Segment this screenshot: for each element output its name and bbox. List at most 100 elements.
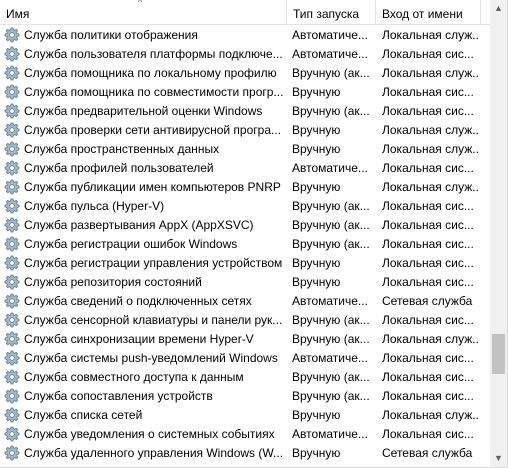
service-row[interactable]: Служба регистрации управления устройство… [0,254,490,273]
gear-icon [4,160,20,176]
gear-icon [4,46,20,62]
service-row[interactable]: Служба системы push-уведомлений Windows А… [0,349,490,368]
gear-icon [4,407,20,423]
vertical-scrollbar[interactable]: ▲ ▼ [490,0,507,467]
startup-type: Вручную [292,123,341,137]
service-row[interactable]: Служба сопоставления устройств Вручную (а… [0,387,490,406]
service-name: Служба уведомления о системных событиях [24,427,275,441]
log-on-as: Локальная сис... [382,275,474,289]
service-name: Служба пространственных данных [24,142,220,156]
gear-icon [4,179,20,195]
startup-type: Вручную (ак... [292,237,370,251]
log-on-as: Локальная служ... [382,28,478,42]
scrollbar-thumb[interactable] [492,334,505,374]
service-name: Служба пользователя платформы подключе..… [24,47,283,61]
log-on-as: Локальная сис... [382,104,474,118]
column-resize-handle[interactable] [480,0,481,24]
service-row[interactable]: Служба совместного доступа к данным Вручн… [0,368,490,387]
column-header-name[interactable]: Имя [0,0,286,24]
log-on-as: Локальная сис... [382,256,474,270]
service-row[interactable]: Служба проверки сети антивирусной програ… [0,121,490,140]
log-on-as: Локальная сис... [382,85,474,99]
startup-type: Вручную (ак... [292,389,370,403]
service-row[interactable]: Служба помощника по локальному профилю Вр… [0,64,490,83]
service-row[interactable]: Служба синхронизации времени Hyper-V Вруч… [0,330,490,349]
startup-type: Автоматиче... [292,427,368,441]
service-row[interactable]: Служба предварительной оценки Windows Вру… [0,102,490,121]
service-name: Служба сенсорной клавиатуры и панели рук… [24,313,283,327]
gear-icon [4,369,20,385]
gear-icon [4,350,20,366]
gear-icon [4,445,20,461]
service-name: Служба развертывания AppX (AppXSVC) [24,218,254,232]
gear-icon [4,141,20,157]
service-row[interactable]: Служба пользователя платформы подключе..… [0,45,490,64]
service-row[interactable]: Служба профилей пользователей Автоматиче.… [0,159,490,178]
log-on-as: Локальная сис... [382,389,474,403]
startup-type: Автоматиче... [292,161,368,175]
column-header-startup-type[interactable]: Тип запуска [287,0,375,24]
service-row[interactable]: Служба списка сетей Вручную Локальная служ… [0,406,490,425]
scroll-up-button[interactable]: ▲ [490,0,507,17]
startup-type: Вручную (ак... [292,199,370,213]
log-on-as: Локальная сис... [382,47,474,61]
service-name: Служба удаленного управления Windows (W.… [24,446,284,460]
gear-icon [4,122,20,138]
service-row[interactable]: Служба удаленного управления Windows (W.… [0,444,490,463]
log-on-as: Локальная служ... [382,123,478,137]
service-row[interactable]: Служба развертывания AppX (AppXSVC) Вручн… [0,216,490,235]
service-row[interactable]: Служба пространственных данных Вручную Лок… [0,140,490,159]
log-on-as: Локальная служ... [382,408,478,422]
gear-icon [4,331,20,347]
service-row[interactable]: Служба сведений о подключенных сетях Авто… [0,292,490,311]
startup-type: Вручную [292,446,341,460]
startup-type: Вручную [292,142,341,156]
column-header-log-on-as[interactable]: Вход от имени [376,0,480,24]
gear-icon [4,27,20,43]
startup-type: Вручную (ак... [292,313,370,327]
gear-icon [4,103,20,119]
log-on-as: Локальная служ... [382,332,478,346]
service-name: Служба помощника по локальному профилю [24,66,277,80]
log-on-as: Локальная сис... [382,427,474,441]
log-on-as: Сетевая служба [382,294,473,308]
service-name: Служба политики отображения [24,28,198,42]
scroll-down-button[interactable]: ▼ [490,450,507,467]
log-on-as: Локальная служ... [382,66,478,80]
service-row[interactable]: Служба пульса (Hyper-V) Вручную (ак... Лок… [0,197,490,216]
service-row[interactable]: Служба политики отображения Автоматиче...… [0,26,490,45]
service-name: Служба пульса (Hyper-V) [24,199,165,213]
startup-type: Автоматиче... [292,351,368,365]
service-row[interactable]: Служба уведомления о системных событиях А… [0,425,490,444]
log-on-as: Локальная сис... [382,237,474,251]
startup-type: Вручную [292,275,341,289]
service-row[interactable]: Служба сенсорной клавиатуры и панели рук… [0,311,490,330]
log-on-as: Локальная сис... [382,161,474,175]
gear-icon [4,426,20,442]
service-name: Служба профилей пользователей [24,161,214,175]
gear-icon [4,312,20,328]
log-on-as: Локальная служ... [382,142,478,156]
gear-icon [4,274,20,290]
gear-icon [4,217,20,233]
column-header-bar: ^ Имя Тип запуска Вход от имени [0,0,490,25]
service-row[interactable]: Служба публикации имен компьютеров PNRP В… [0,178,490,197]
service-name: Служба регистрации ошибок Windows [24,237,238,251]
log-on-as: Локальная сис... [382,218,474,232]
log-on-as: Локальная сис... [382,370,474,384]
log-on-as: Локальная сис... [382,313,474,327]
service-name: Служба сопоставления устройств [24,389,213,403]
startup-type: Автоматиче... [292,47,368,61]
service-row[interactable]: Служба репозитория состояний Вручную Локал… [0,273,490,292]
startup-type: Вручную (ак... [292,218,370,232]
service-name: Служба репозитория состояний [24,275,202,289]
service-name: Служба публикации имен компьютеров PNRP [24,180,281,194]
service-row[interactable]: Служба регистрации ошибок Windows Вручную… [0,235,490,254]
service-name: Служба проверки сети антивирусной програ… [24,123,281,137]
startup-type: Вручную (ак... [292,104,370,118]
service-rows: Служба политики отображения Автоматиче...… [0,26,490,463]
gear-icon [4,388,20,404]
service-row[interactable]: Служба помощника по совместимости прогр.… [0,83,490,102]
gear-icon [4,198,20,214]
service-name: Служба регистрации управления устройство… [24,256,283,270]
